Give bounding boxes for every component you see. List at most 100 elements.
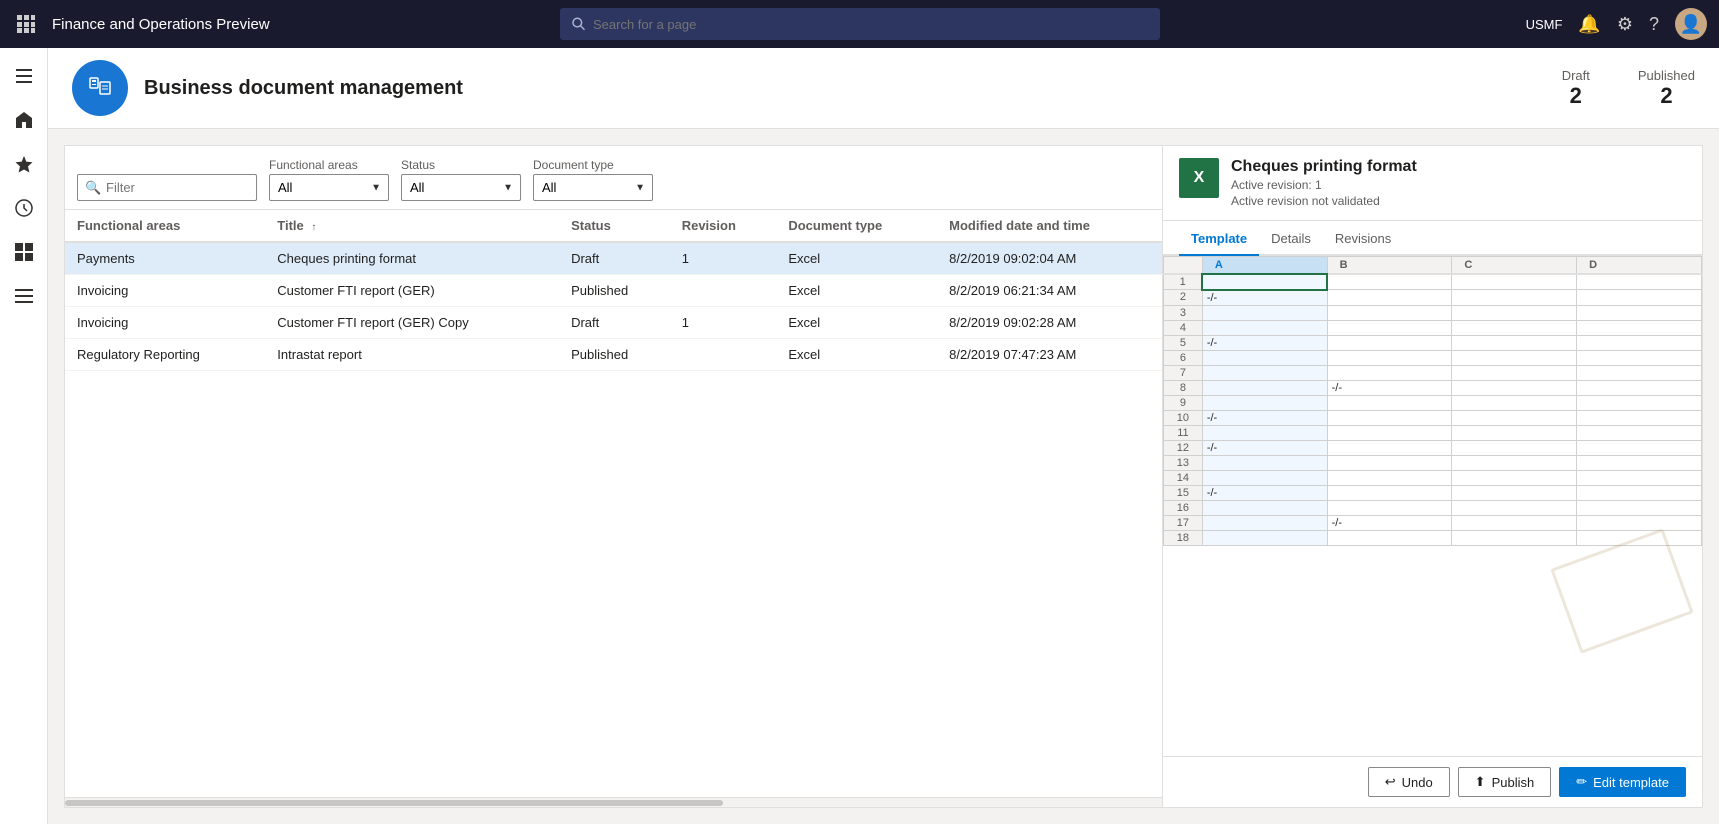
- excel-col-B[interactable]: B: [1327, 257, 1452, 275]
- excel-cell[interactable]: -/-: [1327, 380, 1452, 395]
- excel-row[interactable]: 9: [1164, 395, 1702, 410]
- excel-cell[interactable]: [1327, 470, 1452, 485]
- excel-cell[interactable]: [1452, 274, 1577, 290]
- excel-cell[interactable]: [1202, 350, 1327, 365]
- excel-cell[interactable]: [1452, 290, 1577, 306]
- tab-template[interactable]: Template: [1179, 221, 1259, 256]
- excel-cell[interactable]: [1577, 440, 1702, 455]
- excel-cell[interactable]: [1452, 395, 1577, 410]
- excel-cell[interactable]: [1202, 365, 1327, 380]
- sidebar-item-list[interactable]: [4, 276, 44, 316]
- excel-cell[interactable]: [1202, 380, 1327, 395]
- excel-cell[interactable]: [1327, 440, 1452, 455]
- excel-cell[interactable]: [1452, 320, 1577, 335]
- edit-template-button[interactable]: ✏ Edit template: [1559, 767, 1686, 797]
- excel-cell[interactable]: -/-: [1202, 290, 1327, 306]
- tab-details[interactable]: Details: [1259, 221, 1323, 256]
- excel-cell[interactable]: [1577, 365, 1702, 380]
- excel-cell[interactable]: [1327, 530, 1452, 545]
- col-revision[interactable]: Revision: [670, 210, 777, 242]
- excel-cell[interactable]: [1452, 365, 1577, 380]
- waffle-menu-icon[interactable]: [12, 10, 40, 38]
- excel-cell[interactable]: [1452, 350, 1577, 365]
- excel-cell[interactable]: [1202, 530, 1327, 545]
- excel-cell[interactable]: [1452, 425, 1577, 440]
- excel-cell[interactable]: [1452, 305, 1577, 320]
- excel-cell[interactable]: [1452, 470, 1577, 485]
- excel-row[interactable]: 10-/-: [1164, 410, 1702, 425]
- excel-cell[interactable]: [1577, 485, 1702, 500]
- excel-cell[interactable]: [1327, 410, 1452, 425]
- settings-icon[interactable]: ⚙: [1617, 14, 1633, 35]
- excel-cell[interactable]: [1327, 350, 1452, 365]
- excel-cell[interactable]: -/-: [1202, 410, 1327, 425]
- excel-col-C[interactable]: C: [1452, 257, 1577, 275]
- excel-cell[interactable]: [1202, 274, 1327, 290]
- col-status[interactable]: Status: [559, 210, 670, 242]
- excel-cell[interactable]: [1577, 470, 1702, 485]
- excel-cell[interactable]: -/-: [1202, 485, 1327, 500]
- excel-cell[interactable]: [1327, 320, 1452, 335]
- excel-cell[interactable]: [1577, 290, 1702, 306]
- sidebar-item-menu[interactable]: [4, 56, 44, 96]
- document-type-select[interactable]: All: [533, 174, 653, 201]
- user-avatar[interactable]: 👤: [1675, 8, 1707, 40]
- excel-row[interactable]: 12-/-: [1164, 440, 1702, 455]
- excel-cell[interactable]: [1452, 485, 1577, 500]
- excel-cell[interactable]: [1327, 485, 1452, 500]
- table-scrollbar[interactable]: [65, 797, 1162, 807]
- excel-row[interactable]: 8-/-: [1164, 380, 1702, 395]
- notification-icon[interactable]: 🔔: [1578, 14, 1600, 35]
- excel-cell[interactable]: [1577, 274, 1702, 290]
- status-select[interactable]: All: [401, 174, 521, 201]
- excel-cell[interactable]: [1577, 395, 1702, 410]
- excel-row[interactable]: 1: [1164, 274, 1702, 290]
- excel-row[interactable]: 14: [1164, 470, 1702, 485]
- excel-cell[interactable]: [1202, 470, 1327, 485]
- excel-cell[interactable]: -/-: [1202, 335, 1327, 350]
- tab-revisions[interactable]: Revisions: [1323, 221, 1403, 256]
- functional-areas-select[interactable]: All: [269, 174, 389, 201]
- excel-row[interactable]: 7: [1164, 365, 1702, 380]
- excel-cell[interactable]: [1577, 455, 1702, 470]
- excel-cell[interactable]: [1452, 500, 1577, 515]
- excel-row[interactable]: 5-/-: [1164, 335, 1702, 350]
- filter-input[interactable]: [77, 174, 257, 201]
- col-modified[interactable]: Modified date and time: [937, 210, 1162, 242]
- sidebar-item-favorites[interactable]: [4, 144, 44, 184]
- excel-cell[interactable]: [1577, 320, 1702, 335]
- search-bar[interactable]: [560, 8, 1160, 40]
- sidebar-item-grid[interactable]: [4, 232, 44, 272]
- excel-cell[interactable]: [1577, 380, 1702, 395]
- excel-cell[interactable]: [1577, 500, 1702, 515]
- table-row[interactable]: Regulatory Reporting Intrastat report Pu…: [65, 339, 1162, 371]
- excel-row[interactable]: 16: [1164, 500, 1702, 515]
- excel-row[interactable]: 6: [1164, 350, 1702, 365]
- excel-cell[interactable]: -/-: [1327, 515, 1452, 530]
- excel-cell[interactable]: [1202, 455, 1327, 470]
- excel-cell[interactable]: [1452, 410, 1577, 425]
- excel-row[interactable]: 2-/-: [1164, 290, 1702, 306]
- help-icon[interactable]: ?: [1649, 14, 1659, 35]
- excel-cell[interactable]: [1577, 350, 1702, 365]
- excel-cell[interactable]: [1452, 380, 1577, 395]
- excel-cell[interactable]: [1452, 335, 1577, 350]
- table-row[interactable]: Invoicing Customer FTI report (GER) Copy…: [65, 307, 1162, 339]
- excel-cell[interactable]: [1452, 515, 1577, 530]
- excel-row[interactable]: 11: [1164, 425, 1702, 440]
- excel-cell[interactable]: [1202, 515, 1327, 530]
- excel-cell[interactable]: [1327, 335, 1452, 350]
- table-row[interactable]: Payments Cheques printing format Draft 1…: [65, 242, 1162, 275]
- excel-row[interactable]: 17-/-: [1164, 515, 1702, 530]
- excel-cell[interactable]: [1577, 515, 1702, 530]
- excel-cell[interactable]: [1452, 440, 1577, 455]
- excel-cell[interactable]: [1202, 305, 1327, 320]
- excel-cell[interactable]: [1202, 425, 1327, 440]
- excel-col-A[interactable]: A: [1202, 257, 1327, 275]
- sidebar-item-recent[interactable]: [4, 188, 44, 228]
- excel-col-D[interactable]: D: [1577, 257, 1702, 275]
- excel-cell[interactable]: [1202, 320, 1327, 335]
- excel-cell[interactable]: [1327, 274, 1452, 290]
- sidebar-item-home[interactable]: [4, 100, 44, 140]
- excel-cell[interactable]: [1577, 305, 1702, 320]
